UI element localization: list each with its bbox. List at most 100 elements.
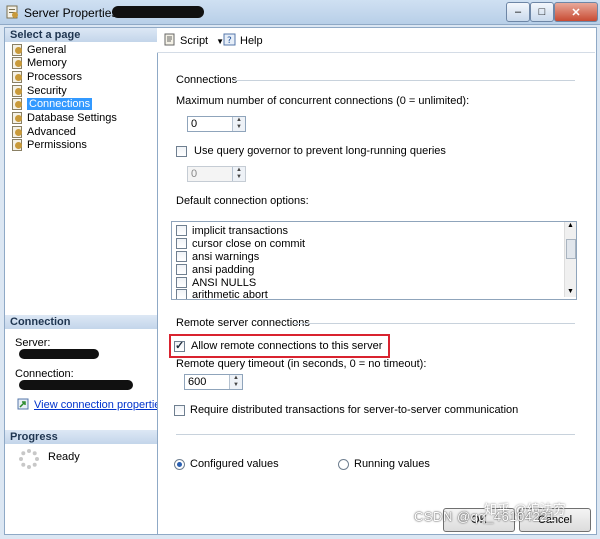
page-item-connections[interactable]: Connections	[11, 97, 93, 110]
option-label: arithmetic abort	[192, 288, 268, 300]
option-checkbox[interactable]	[176, 225, 187, 236]
redacted-connection	[19, 380, 133, 390]
option-label: ANSI NULLS	[192, 276, 257, 289]
distributed-transactions-label: Require distributed transactions for ser…	[190, 404, 519, 416]
page-label: Advanced	[27, 125, 76, 138]
option-checkbox[interactable]	[176, 277, 187, 288]
page-icon	[11, 98, 22, 110]
script-label: Script	[180, 35, 209, 47]
connection-label: Connection:	[15, 368, 74, 380]
option-label: implicit transactions	[192, 224, 288, 237]
scroll-up-icon[interactable]: ▲	[567, 222, 574, 229]
option-checkbox[interactable]	[176, 264, 187, 275]
page-label: General	[27, 43, 67, 56]
connections-group-divider	[234, 80, 575, 81]
progress-spinner-icon	[18, 448, 40, 473]
window-title: Server Properties -	[24, 6, 125, 20]
page-label: Security	[27, 84, 67, 97]
option-checkbox[interactable]	[176, 289, 187, 299]
redacted-server-name	[112, 6, 204, 18]
help-button[interactable]: ? Help	[223, 33, 263, 49]
running-values-label: Running values	[354, 458, 430, 470]
configured-values-label: Configured values	[190, 458, 279, 470]
list-item[interactable]: ansi warnings	[176, 250, 259, 263]
help-icon: ?	[223, 33, 236, 49]
script-icon	[163, 33, 176, 49]
left-panel: Select a page General Memory Processors …	[4, 27, 166, 535]
page-label: Memory	[27, 56, 67, 69]
default-options-label: Default connection options:	[176, 195, 309, 207]
values-divider	[176, 434, 575, 435]
max-concurrent-stepper[interactable]: 0 ▲ ▼	[187, 116, 246, 132]
page-label: Connections	[27, 97, 93, 110]
list-item[interactable]: cursor close on commit	[176, 237, 305, 250]
stepper-arrows[interactable]: ▲ ▼	[232, 167, 245, 181]
page-icon	[11, 139, 22, 151]
view-connection-properties-link[interactable]: View connection properties	[34, 399, 166, 411]
remote-timeout-label: Remote query timeout (in seconds, 0 = no…	[176, 358, 427, 370]
redacted-server	[19, 349, 99, 359]
remote-group-label: Remote server connections	[176, 317, 310, 329]
list-item[interactable]: arithmetic abort	[176, 288, 268, 300]
option-label: ansi padding	[192, 263, 255, 276]
page-item-advanced[interactable]: Advanced	[11, 125, 76, 138]
page-label: Permissions	[27, 138, 87, 151]
stepper-arrows[interactable]: ▲ ▼	[232, 117, 245, 131]
page-item-processors[interactable]: Processors	[11, 70, 82, 83]
option-checkbox[interactable]	[176, 251, 187, 262]
help-label: Help	[240, 35, 263, 47]
remote-timeout-value: 600	[188, 376, 207, 388]
list-item[interactable]: implicit transactions	[176, 224, 288, 237]
connection-header: Connection	[5, 315, 157, 329]
scroll-thumb[interactable]	[566, 239, 576, 259]
query-governor-label: Use query governor to prevent long-runni…	[194, 145, 446, 157]
page-icon	[11, 126, 22, 138]
close-button[interactable]: ✕	[554, 2, 598, 22]
stepper-arrows[interactable]: ▲ ▼	[229, 375, 242, 389]
highlight-box	[169, 334, 390, 358]
remote-timeout-stepper[interactable]: 600 ▲ ▼	[184, 374, 243, 390]
running-values-radio[interactable]	[338, 459, 349, 470]
connections-group-label: Connections	[176, 74, 238, 86]
query-governor-stepper[interactable]: 0 ▲ ▼	[187, 166, 246, 182]
scroll-down-icon[interactable]: ▼	[567, 288, 574, 295]
view-properties-icon	[17, 398, 29, 413]
page-icon	[11, 112, 22, 124]
query-governor-value: 0	[191, 168, 198, 180]
toolbar: Script ▼ ? Help	[157, 28, 595, 53]
option-label: cursor close on commit	[192, 237, 306, 250]
progress-status: Ready	[48, 451, 80, 463]
title-bar: Server Properties - – □ ✕	[0, 0, 600, 25]
page-icon	[11, 85, 22, 97]
page-icon	[11, 44, 22, 56]
remote-group-divider	[293, 323, 575, 324]
page-item-general[interactable]: General	[11, 43, 66, 56]
option-label: ansi warnings	[192, 250, 260, 263]
progress-header: Progress	[5, 430, 157, 444]
page-label: Processors	[27, 70, 83, 83]
connection-options-list[interactable]: implicit transactions cursor close on co…	[171, 221, 577, 300]
page-item-security[interactable]: Security	[11, 84, 67, 97]
page-icon	[11, 71, 22, 83]
page-item-memory[interactable]: Memory	[11, 56, 67, 69]
page-label: Database Settings	[27, 111, 117, 124]
server-properties-icon	[5, 5, 19, 19]
svg-text:?: ?	[227, 36, 232, 46]
server-label: Server:	[15, 337, 51, 349]
script-button[interactable]: Script ▼	[163, 33, 224, 49]
select-page-header: Select a page	[5, 28, 157, 42]
page-item-permissions[interactable]: Permissions	[11, 138, 87, 151]
maximize-button[interactable]: □	[530, 2, 554, 22]
distributed-transactions-checkbox[interactable]	[174, 405, 185, 416]
query-governor-checkbox[interactable]	[176, 146, 187, 157]
minimize-button[interactable]: –	[506, 2, 530, 22]
max-concurrent-label: Maximum number of concurrent connections…	[176, 95, 470, 107]
watermark-csdn: CSDN @qq_46104221	[414, 509, 556, 524]
option-checkbox[interactable]	[176, 238, 187, 249]
list-item[interactable]: ansi padding	[176, 263, 254, 276]
page-item-database-settings[interactable]: Database Settings	[11, 111, 117, 124]
max-concurrent-value: 0	[191, 118, 198, 130]
configured-values-radio[interactable]	[174, 459, 185, 470]
options-scrollbar[interactable]: ▲ ▼	[564, 222, 576, 297]
page-icon	[11, 57, 22, 69]
